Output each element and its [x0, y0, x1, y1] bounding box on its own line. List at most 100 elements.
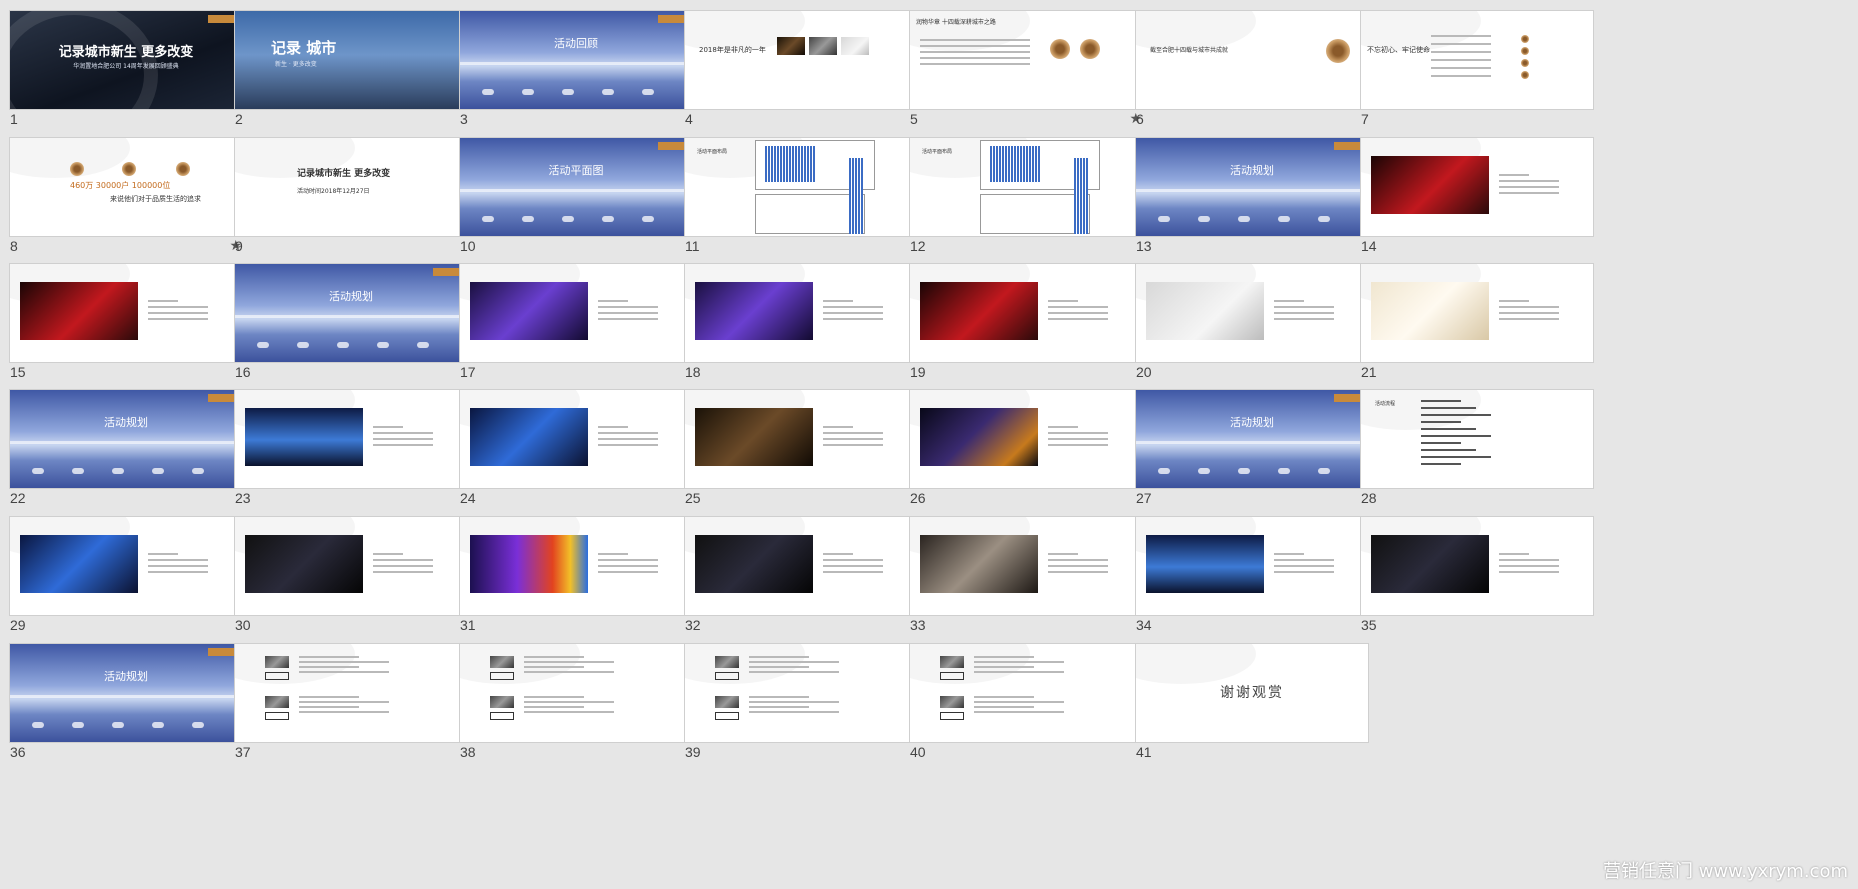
slide-thumbnail[interactable]: 记录城市新生 更多改变 活动时间2018年12月27日	[235, 138, 467, 236]
slide-thumbnail-item[interactable]: 活动规划 16	[235, 264, 467, 384]
slide-thumbnail-item[interactable]: 25	[685, 390, 917, 510]
slide-thumbnail-item[interactable]: 460万 30000户 100000位 来说他们对于品质生活的追求 8 ★	[10, 138, 242, 258]
slide-number: 12	[910, 238, 926, 254]
slide-thumbnail-item[interactable]: 24	[460, 390, 692, 510]
slide-thumbnail[interactable]: 润物华章 十四载深耕城市之路	[910, 11, 1142, 109]
nav-chip	[152, 722, 164, 728]
slide-thumbnail[interactable]	[685, 390, 917, 488]
text-line	[373, 426, 403, 428]
slide-thumbnail-item[interactable]: 31	[460, 517, 692, 637]
slide-thumbnail[interactable]	[235, 517, 467, 615]
slide-thumbnail-item[interactable]: 谢谢观赏 41	[1136, 644, 1368, 764]
slide-thumbnail-item[interactable]: 记录 城市 新生 · 更多改变 2	[235, 11, 467, 131]
slide-thumbnail[interactable]: 活动平面布局	[685, 138, 917, 236]
text-line	[148, 318, 208, 320]
slide-thumbnail[interactable]	[1136, 517, 1368, 615]
slide-thumbnail-item[interactable]: 20	[1136, 264, 1368, 384]
slide-thumbnail-item[interactable]: 活动平面布局 11	[685, 138, 917, 258]
slide-number: 19	[910, 364, 926, 380]
slide-thumbnail[interactable]: 460万 30000户 100000位 来说他们对于品质生活的追求	[10, 138, 242, 236]
slide-thumbnail[interactable]: 活动平面图	[460, 138, 692, 236]
text-line	[749, 666, 809, 668]
slide-thumbnail[interactable]: 截至合肥十四载与城市共成就	[1136, 11, 1368, 109]
slide-thumbnail[interactable]	[10, 264, 242, 362]
slide-thumbnail[interactable]	[235, 644, 467, 742]
slide-thumbnail[interactable]	[910, 644, 1142, 742]
slide-thumbnail[interactable]: 记录 城市 新生 · 更多改变	[235, 11, 467, 109]
slide-thumbnail[interactable]	[685, 264, 917, 362]
slide-thumbnail[interactable]: 活动规划	[10, 390, 242, 488]
nav-chip	[417, 342, 429, 348]
nav-chip	[112, 722, 124, 728]
slide-thumbnail-item[interactable]: 活动规划 36	[10, 644, 242, 764]
slide-thumbnail-item[interactable]: 21	[1361, 264, 1593, 384]
slide-thumbnail-item[interactable]: 不忘初心、牢记使命 7	[1361, 11, 1593, 131]
slide-thumbnail-item[interactable]: 活动规划 13	[1136, 138, 1368, 258]
slide-thumbnail-item[interactable]: 15	[10, 264, 242, 384]
slide-thumbnail[interactable]: 活动流程	[1361, 390, 1593, 488]
slide-thumbnail-item[interactable]: 35	[1361, 517, 1593, 637]
slide-thumbnail[interactable]	[460, 390, 692, 488]
slide-thumbnail[interactable]: 记录城市新生 更多改变 华润置地合肥公司 14周年发展回顾盛典	[10, 11, 242, 109]
slide-thumbnail-item[interactable]: 活动规划 22	[10, 390, 242, 510]
slide-thumbnail-item[interactable]: 润物华章 十四载深耕城市之路 5 ★	[910, 11, 1142, 131]
text-line	[148, 571, 208, 573]
slide-thumbnail-item[interactable]: 截至合肥十四载与城市共成就 6	[1136, 11, 1368, 131]
slide-thumbnail-item[interactable]: 40	[910, 644, 1142, 764]
slide-thumbnail-item[interactable]: 32	[685, 517, 917, 637]
slide-thumbnail-item[interactable]: 活动平面图 10	[460, 138, 692, 258]
text-line	[598, 565, 658, 567]
slide-thumbnail-item[interactable]: 记录城市新生 更多改变 华润置地合肥公司 14周年发展回顾盛典 1	[10, 11, 242, 131]
slide-thumbnail[interactable]	[460, 644, 692, 742]
slide-number: 39	[685, 744, 701, 760]
slide-thumbnail[interactable]	[910, 517, 1142, 615]
slide-thumbnail-item[interactable]: 37	[235, 644, 467, 764]
slide-thumbnail-item[interactable]: 活动平面布局 12	[910, 138, 1142, 258]
slide-thumbnail[interactable]: 活动规划	[1136, 390, 1368, 488]
slide-thumbnail[interactable]: 活动规划	[235, 264, 467, 362]
slide-thumbnail-item[interactable]: 18	[685, 264, 917, 384]
slide-thumbnail-item[interactable]: 34	[1136, 517, 1368, 637]
slide-thumbnail-item[interactable]: 29	[10, 517, 242, 637]
slide-thumbnail-item[interactable]: 33	[910, 517, 1142, 637]
slide-thumbnail-item[interactable]: 19	[910, 264, 1142, 384]
text-line	[1274, 571, 1334, 573]
slide-thumbnail[interactable]	[10, 517, 242, 615]
slide-thumbnail[interactable]	[1361, 517, 1593, 615]
slide-thumbnail[interactable]	[685, 644, 917, 742]
slide-thumbnail-item[interactable]: 记录城市新生 更多改变 活动时间2018年12月27日 9	[235, 138, 467, 258]
slide-thumbnail[interactable]: 活动规划	[1136, 138, 1368, 236]
slide-thumbnail[interactable]: 活动平面布局	[910, 138, 1142, 236]
slide-thumbnail[interactable]	[910, 264, 1142, 362]
slide-thumbnail[interactable]	[1361, 264, 1593, 362]
slide-thumbnail[interactable]	[460, 517, 692, 615]
slide-thumbnail[interactable]	[1361, 138, 1593, 236]
slide-thumbnail-item[interactable]: 活动回顾 3	[460, 11, 692, 131]
slide-thumbnail-item[interactable]: 14	[1361, 138, 1593, 258]
slide-thumbnail-item[interactable]: 30	[235, 517, 467, 637]
slide-thumbnail[interactable]	[460, 264, 692, 362]
slide-thumbnail[interactable]: 不忘初心、牢记使命	[1361, 11, 1593, 109]
slide-thumbnail[interactable]: 活动规划	[10, 644, 242, 742]
slide-thumbnail[interactable]: 活动回顾	[460, 11, 692, 109]
slide-thumbnail[interactable]	[685, 517, 917, 615]
text-line	[1499, 180, 1559, 182]
slide-thumbnail-item[interactable]: 26	[910, 390, 1142, 510]
slide-thumbnail-item[interactable]: 活动规划 27	[1136, 390, 1368, 510]
slide-thumbnail-item[interactable]: 2018年是非凡的一年 4	[685, 11, 917, 131]
slide-thumbnail-item[interactable]: 23	[235, 390, 467, 510]
text-line	[1421, 407, 1476, 409]
brand-logo	[433, 268, 461, 276]
slide-thumbnail-item[interactable]: 39	[685, 644, 917, 764]
slide-thumbnail-item[interactable]: 活动流程 28	[1361, 390, 1593, 510]
slide-thumbnail[interactable]	[235, 390, 467, 488]
slide-thumbnail[interactable]	[1136, 264, 1368, 362]
slide-thumbnail-item[interactable]: 17	[460, 264, 692, 384]
text-line	[823, 565, 883, 567]
slide-thumbnail[interactable]: 谢谢观赏	[1136, 644, 1368, 742]
label-box	[490, 712, 514, 720]
nav-chip	[642, 89, 654, 95]
slide-thumbnail-item[interactable]: 38	[460, 644, 692, 764]
slide-thumbnail[interactable]	[910, 390, 1142, 488]
slide-thumbnail[interactable]: 2018年是非凡的一年	[685, 11, 917, 109]
